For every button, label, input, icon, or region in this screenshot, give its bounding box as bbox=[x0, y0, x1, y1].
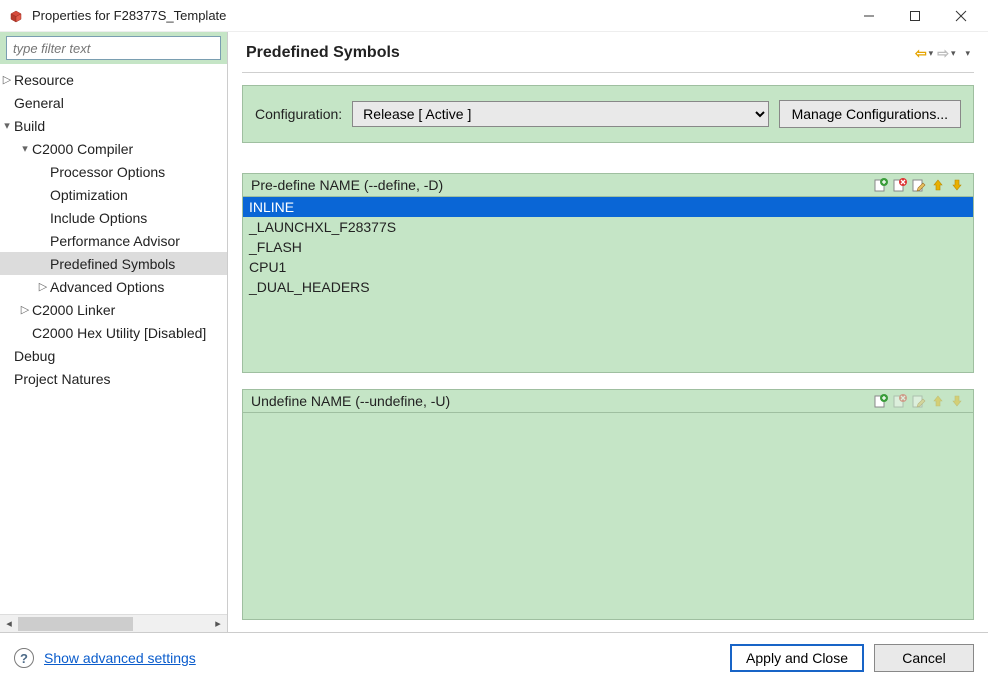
page-title: Predefined Symbols bbox=[246, 44, 915, 62]
chevron-right-icon[interactable]: ▷ bbox=[0, 69, 14, 91]
tree-item-resource[interactable]: ▷ Resource bbox=[0, 68, 227, 91]
help-icon[interactable]: ? bbox=[14, 648, 34, 668]
undefines-block: Undefine NAME (--undefine, -U) bbox=[242, 389, 974, 620]
apply-close-button[interactable]: Apply and Close bbox=[730, 644, 864, 672]
defines-block: Pre-define NAME (--define, -D) bbox=[242, 173, 974, 373]
tree-item-project-natures[interactable]: Project Natures bbox=[0, 367, 227, 390]
move-down-icon bbox=[949, 393, 965, 409]
configuration-label: Configuration: bbox=[255, 106, 342, 122]
manage-configurations-button[interactable]: Manage Configurations... bbox=[779, 100, 961, 128]
back-button[interactable]: ⇦▾ bbox=[915, 45, 933, 62]
scroll-right-icon[interactable]: ▸ bbox=[209, 617, 227, 630]
tree-item-debug[interactable]: Debug bbox=[0, 344, 227, 367]
chevron-down-icon[interactable]: ▾ bbox=[0, 115, 14, 137]
move-down-icon[interactable] bbox=[949, 177, 965, 193]
add-icon[interactable] bbox=[873, 393, 889, 409]
tree-item-predefined-symbols[interactable]: Predefined Symbols bbox=[0, 252, 227, 275]
tree-item-build[interactable]: ▾ Build bbox=[0, 114, 227, 137]
tree-item-general[interactable]: General bbox=[0, 91, 227, 114]
tree-item-optimization[interactable]: Optimization bbox=[0, 183, 227, 206]
move-up-icon[interactable] bbox=[930, 177, 946, 193]
filter-input[interactable] bbox=[6, 36, 221, 60]
delete-icon bbox=[892, 393, 908, 409]
tree-item-c2000-compiler[interactable]: ▾ C2000 Compiler bbox=[0, 137, 227, 160]
undefines-list[interactable] bbox=[243, 413, 973, 619]
forward-button[interactable]: ⇨▾ bbox=[937, 45, 955, 62]
close-button[interactable] bbox=[938, 1, 984, 31]
list-item[interactable]: INLINE bbox=[243, 197, 973, 217]
tree-item-performance-advisor[interactable]: Performance Advisor bbox=[0, 229, 227, 252]
tree-item-processor-options[interactable]: Processor Options bbox=[0, 160, 227, 183]
defines-header: Pre-define NAME (--define, -D) bbox=[251, 177, 873, 193]
undefines-header: Undefine NAME (--undefine, -U) bbox=[251, 393, 873, 409]
list-item[interactable]: _FLASH bbox=[243, 237, 973, 257]
cancel-button[interactable]: Cancel bbox=[874, 644, 974, 672]
minimize-button[interactable] bbox=[846, 1, 892, 31]
list-item[interactable]: _DUAL_HEADERS bbox=[243, 277, 973, 297]
header-menu-button[interactable]: ▾ bbox=[959, 45, 970, 62]
sidebar: ▷ Resource General ▾ Build ▾ C2000 Compi… bbox=[0, 32, 228, 632]
nav-tree[interactable]: ▷ Resource General ▾ Build ▾ C2000 Compi… bbox=[0, 64, 227, 614]
defines-list[interactable]: INLINE_LAUNCHXL_F28377S_FLASHCPU1_DUAL_H… bbox=[243, 197, 973, 372]
list-item[interactable]: CPU1 bbox=[243, 257, 973, 277]
edit-icon[interactable] bbox=[911, 177, 927, 193]
tree-item-c2000-linker[interactable]: ▷ C2000 Linker bbox=[0, 298, 227, 321]
chevron-down-icon[interactable]: ▾ bbox=[18, 138, 32, 160]
app-icon bbox=[8, 8, 24, 24]
tree-item-include-options[interactable]: Include Options bbox=[0, 206, 227, 229]
delete-icon[interactable] bbox=[892, 177, 908, 193]
scroll-left-icon[interactable]: ◂ bbox=[0, 617, 18, 630]
show-advanced-link[interactable]: Show advanced settings bbox=[44, 650, 196, 666]
move-up-icon bbox=[930, 393, 946, 409]
chevron-right-icon[interactable]: ▷ bbox=[36, 276, 50, 298]
chevron-right-icon[interactable]: ▷ bbox=[18, 299, 32, 321]
tree-item-advanced-options[interactable]: ▷ Advanced Options bbox=[0, 275, 227, 298]
add-icon[interactable] bbox=[873, 177, 889, 193]
tree-item-c2000-hex-utility[interactable]: C2000 Hex Utility [Disabled] bbox=[0, 321, 227, 344]
configuration-select[interactable]: Release [ Active ] bbox=[352, 101, 768, 127]
window-title: Properties for F28377S_Template bbox=[32, 8, 846, 23]
maximize-button[interactable] bbox=[892, 1, 938, 31]
edit-icon bbox=[911, 393, 927, 409]
list-item[interactable]: _LAUNCHXL_F28377S bbox=[243, 217, 973, 237]
sidebar-scrollbar[interactable]: ◂ ▸ bbox=[0, 614, 227, 632]
